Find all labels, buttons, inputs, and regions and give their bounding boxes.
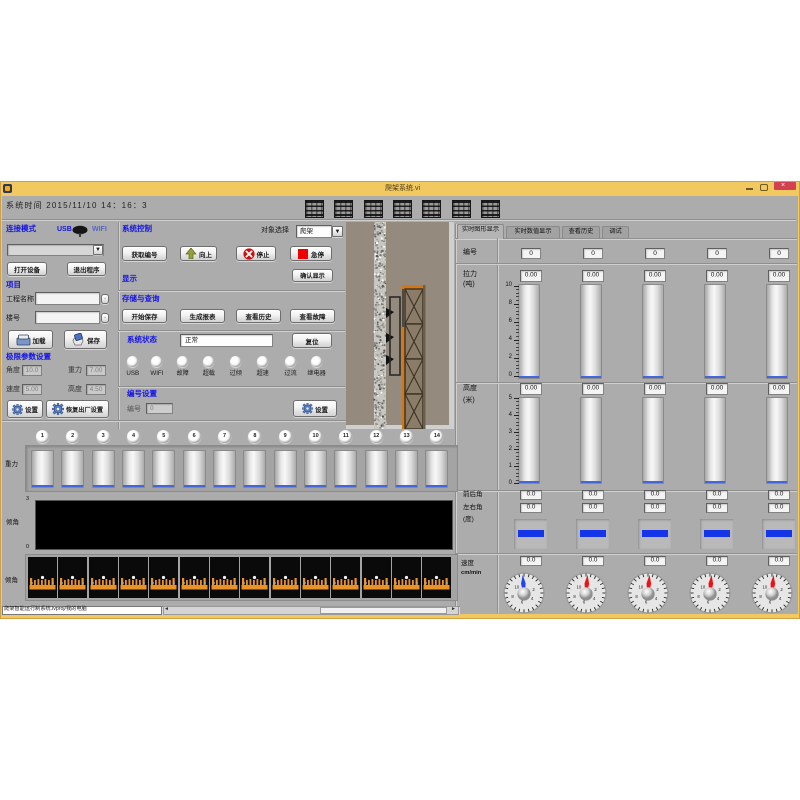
svg-text:10: 10 — [700, 585, 705, 590]
svg-text:10: 10 — [638, 585, 643, 590]
svg-text:10: 10 — [762, 585, 767, 590]
svg-text:10: 10 — [514, 585, 519, 590]
svg-text:10: 10 — [576, 585, 581, 590]
